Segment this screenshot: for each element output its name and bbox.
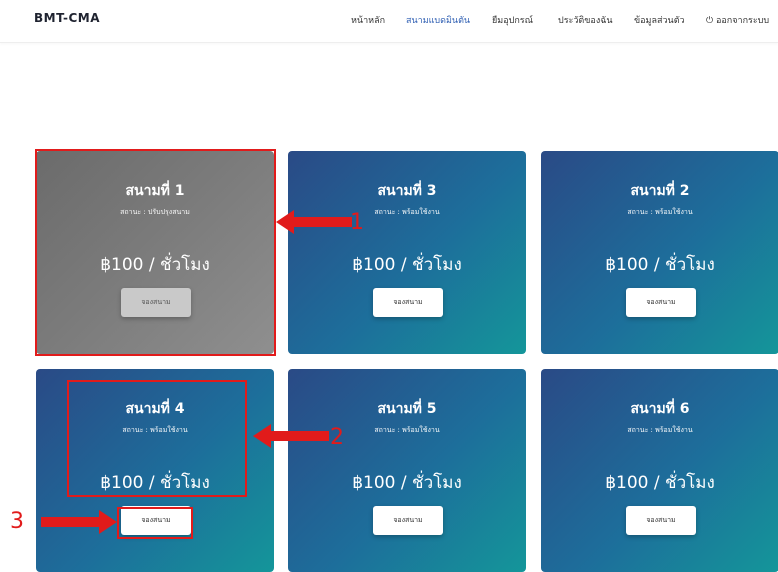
- annotation-number-2: 2: [330, 425, 344, 450]
- court-card-2: สนามที่ 2 สถานะ : พร้อมใช้งาน ฿100 / ชั่…: [541, 151, 778, 354]
- highlight-box-court-1: [35, 149, 276, 356]
- court-price: ฿100 / ชั่วโมง: [352, 473, 462, 493]
- court-card-3: สนามที่ 3 สถานะ : พร้อมใช้งาน ฿100 / ชั่…: [288, 151, 526, 354]
- highlight-box-court-4-info: [67, 380, 247, 497]
- court-price: ฿100 / ชั่วโมง: [605, 473, 715, 493]
- court-name: สนามที่ 5: [377, 401, 437, 417]
- book-court-button[interactable]: จองสนาม: [373, 288, 443, 317]
- nav-link-logout[interactable]: ⏻ ออกจากระบบ: [706, 13, 769, 27]
- court-name: สนามที่ 2: [630, 183, 690, 199]
- highlight-box-book-button: [117, 507, 193, 539]
- brand-logo[interactable]: BMT-CMA: [34, 11, 100, 25]
- nav-link-profile[interactable]: ข้อมูลส่วนตัว: [634, 13, 685, 27]
- court-price: ฿100 / ชั่วโมง: [605, 255, 715, 275]
- court-status: สถานะ : พร้อมใช้งาน: [627, 208, 693, 216]
- court-card-6: สนามที่ 6 สถานะ : พร้อมใช้งาน ฿100 / ชั่…: [541, 369, 778, 572]
- nav-link-home[interactable]: หน้าหลัก: [351, 13, 385, 27]
- left-arrow-icon: [276, 210, 352, 234]
- court-name: สนามที่ 3: [377, 183, 437, 199]
- right-arrow-icon: [41, 510, 117, 534]
- annotation-number-1: 1: [350, 210, 364, 235]
- left-arrow-icon: [253, 424, 329, 448]
- book-court-button[interactable]: จองสนาม: [373, 506, 443, 535]
- book-court-button[interactable]: จองสนาม: [626, 288, 696, 317]
- court-name: สนามที่ 6: [630, 401, 690, 417]
- nav-link-badminton-courts[interactable]: สนามแบดมินตัน: [406, 13, 470, 27]
- nav-link-borrow-equipment[interactable]: ยืมอุปกรณ์: [492, 13, 533, 27]
- top-navbar: BMT-CMA หน้าหลัก สนามแบดมินตัน ยืมอุปกรณ…: [0, 0, 778, 43]
- annotation-number-3: 3: [10, 509, 24, 534]
- book-court-button[interactable]: จองสนาม: [626, 506, 696, 535]
- court-card-5: สนามที่ 5 สถานะ : พร้อมใช้งาน ฿100 / ชั่…: [288, 369, 526, 572]
- court-price: ฿100 / ชั่วโมง: [352, 255, 462, 275]
- nav-link-my-history[interactable]: ประวัติของฉัน: [558, 13, 613, 27]
- court-status: สถานะ : พร้อมใช้งาน: [627, 426, 693, 434]
